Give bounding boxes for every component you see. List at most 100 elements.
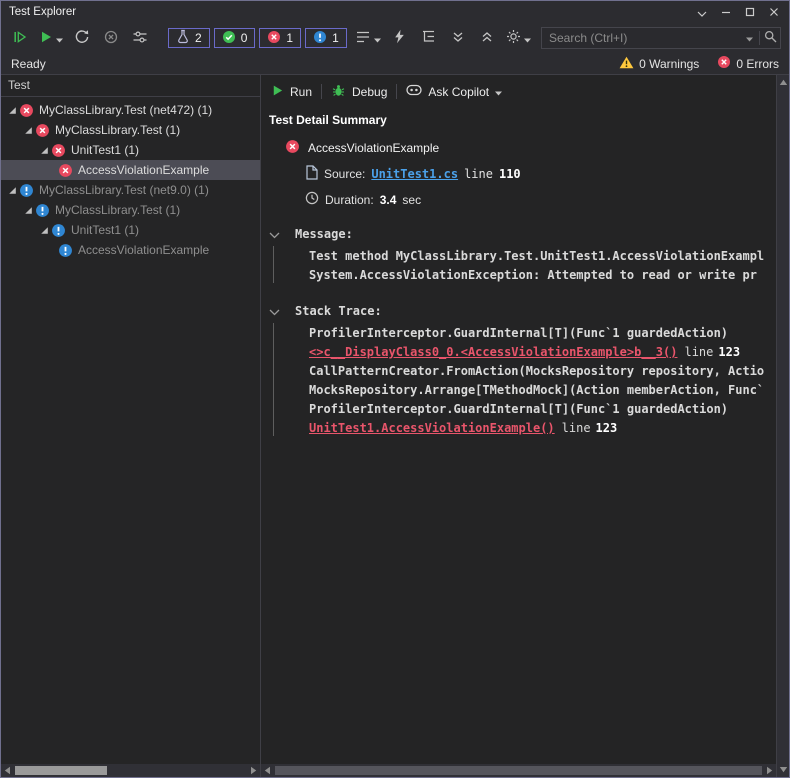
tree-item-net472-project[interactable]: MyClassLibrary.Test (net472) (1): [1, 100, 260, 120]
not-run-count: 1: [332, 31, 339, 45]
stack-frame-link[interactable]: UnitTest1.AccessViolationExample(): [309, 421, 555, 435]
message-section: Message: Test method MyClassLibrary.Test…: [269, 225, 776, 285]
group-by-button[interactable]: [354, 27, 382, 49]
close-button[interactable]: [762, 3, 786, 21]
repeat-last-run-button[interactable]: [71, 27, 93, 49]
expand-all-button[interactable]: [476, 27, 498, 49]
expander-icon[interactable]: [22, 126, 35, 135]
stack-trace-content: Stack Trace: ProfilerInterceptor.GuardIn…: [295, 302, 776, 438]
settings-button[interactable]: [505, 27, 532, 49]
search-input[interactable]: [542, 31, 739, 45]
expander-icon[interactable]: [22, 206, 35, 215]
passed-icon: [222, 30, 236, 47]
source-file-link[interactable]: UnitTest1.cs: [371, 167, 458, 181]
total-count: 2: [195, 31, 202, 45]
detail-debug-button[interactable]: Debug: [331, 83, 387, 101]
stack-frame-link[interactable]: <>c__DisplayClass0_0.<AccessViolationExa…: [309, 345, 677, 359]
section-guide-line: [273, 246, 274, 283]
expander-icon[interactable]: [6, 186, 19, 195]
source-line-number: 110: [499, 167, 521, 181]
expander-icon[interactable]: [38, 146, 51, 155]
passed-count: 0: [241, 31, 248, 45]
stack-frame: MocksRepository.Arrange[TMethodMock](Act…: [295, 381, 776, 400]
tree-item-namespace[interactable]: MyClassLibrary.Test (1): [1, 120, 260, 140]
tree-horizontal-scrollbar[interactable]: [1, 764, 260, 777]
search-go-button[interactable]: [760, 28, 780, 48]
duration-value: 3.4: [380, 193, 397, 207]
filter-failed-button[interactable]: 1: [259, 28, 301, 48]
ask-copilot-button[interactable]: Ask Copilot: [406, 84, 502, 99]
double-chevron-up-icon: [481, 31, 493, 46]
expander-icon[interactable]: [38, 226, 51, 235]
filter-total-tests-button[interactable]: 2: [168, 28, 210, 48]
scrollbar-thumb[interactable]: [15, 766, 107, 775]
detail-vertical-scrollbar[interactable]: [776, 75, 789, 777]
tree-item-net9-project[interactable]: MyClassLibrary.Test (net9.0) (1): [1, 180, 260, 200]
chevron-down-icon: [746, 31, 753, 45]
run-icon: [39, 30, 53, 47]
window-menu-button[interactable]: [690, 3, 714, 21]
test-failed-icon: [51, 143, 66, 158]
stack-frame: ProfilerInterceptor.GuardInternal[T](Fun…: [295, 400, 776, 419]
cancel-button[interactable]: [100, 27, 122, 49]
tree-item-namespace[interactable]: MyClassLibrary.Test (1): [1, 200, 260, 220]
debug-bug-icon: [331, 83, 346, 101]
filter-not-run-button[interactable]: 1: [305, 28, 347, 48]
lightning-icon: [393, 29, 406, 47]
filter-passed-button[interactable]: 0: [214, 28, 256, 48]
show-hierarchy-button[interactable]: [418, 27, 440, 49]
test-not-run-icon: [51, 223, 66, 238]
expander-icon[interactable]: [6, 106, 19, 115]
run-all-tests-button[interactable]: [9, 27, 31, 49]
debug-label: Debug: [352, 85, 387, 99]
scroll-up-icon[interactable]: [777, 76, 790, 89]
toolbar-separator: [396, 84, 397, 99]
stack-line-label: line: [684, 345, 713, 359]
run-label: Run: [290, 85, 312, 99]
test-explorer-window: Test Explorer: [0, 0, 790, 778]
scrollbar-thumb[interactable]: [275, 766, 762, 775]
maximize-button[interactable]: [738, 3, 762, 21]
warnings-indicator[interactable]: 0 Warnings: [619, 56, 699, 72]
stack-line-number: 123: [718, 345, 740, 359]
minimize-button[interactable]: [714, 3, 738, 21]
errors-indicator[interactable]: 0 Errors: [717, 55, 779, 72]
cancel-icon: [103, 29, 119, 48]
run-button[interactable]: [38, 27, 64, 49]
test-tree: MyClassLibrary.Test (net472) (1) MyClass…: [1, 97, 260, 764]
scroll-left-icon[interactable]: [261, 764, 274, 777]
clock-icon: [305, 191, 319, 208]
duration-label: Duration:: [325, 193, 374, 207]
maximize-icon: [745, 5, 755, 20]
ask-copilot-label: Ask Copilot: [428, 85, 489, 99]
scroll-down-icon[interactable]: [777, 763, 790, 776]
test-not-run-icon: [19, 183, 34, 198]
collapse-chevron-icon[interactable]: [269, 228, 280, 242]
stack-line-label: line: [562, 421, 591, 435]
collapse-all-button[interactable]: [447, 27, 469, 49]
source-line-label: line: [464, 167, 493, 181]
flask-icon: [176, 29, 190, 47]
tree-item-label: MyClassLibrary.Test (1): [55, 203, 180, 217]
tree-column-header[interactable]: Test: [1, 75, 260, 97]
run-tests-after-build-button[interactable]: [389, 27, 411, 49]
tree-item-class[interactable]: UnitTest1 (1): [1, 140, 260, 160]
tree-item-class[interactable]: UnitTest1 (1): [1, 220, 260, 240]
detail-run-button[interactable]: Run: [271, 84, 312, 100]
source-label: Source:: [324, 167, 365, 181]
detail-horizontal-scrollbar[interactable]: [261, 764, 776, 777]
scroll-right-icon[interactable]: [763, 764, 776, 777]
tree-item-test[interactable]: AccessViolationExample: [1, 240, 260, 260]
scroll-left-icon[interactable]: [1, 764, 14, 777]
options-button[interactable]: [129, 27, 151, 49]
collapse-chevron-icon[interactable]: [269, 305, 280, 319]
scroll-right-icon[interactable]: [247, 764, 260, 777]
test-detail-summary-panel: Test Detail Summary AccessViolationExamp…: [261, 105, 776, 764]
test-detail-pane: Run Debug Ask Copilot Test Detail Summar…: [261, 75, 776, 777]
search-dropdown-button[interactable]: [739, 28, 759, 48]
stack-trace-label: Stack Trace:: [295, 302, 776, 321]
tree-item-test-selected[interactable]: AccessViolationExample: [1, 160, 260, 180]
detail-test-name: AccessViolationExample: [308, 141, 439, 155]
errors-label: 0 Errors: [736, 57, 779, 71]
detail-toolbar: Run Debug Ask Copilot: [261, 75, 776, 105]
